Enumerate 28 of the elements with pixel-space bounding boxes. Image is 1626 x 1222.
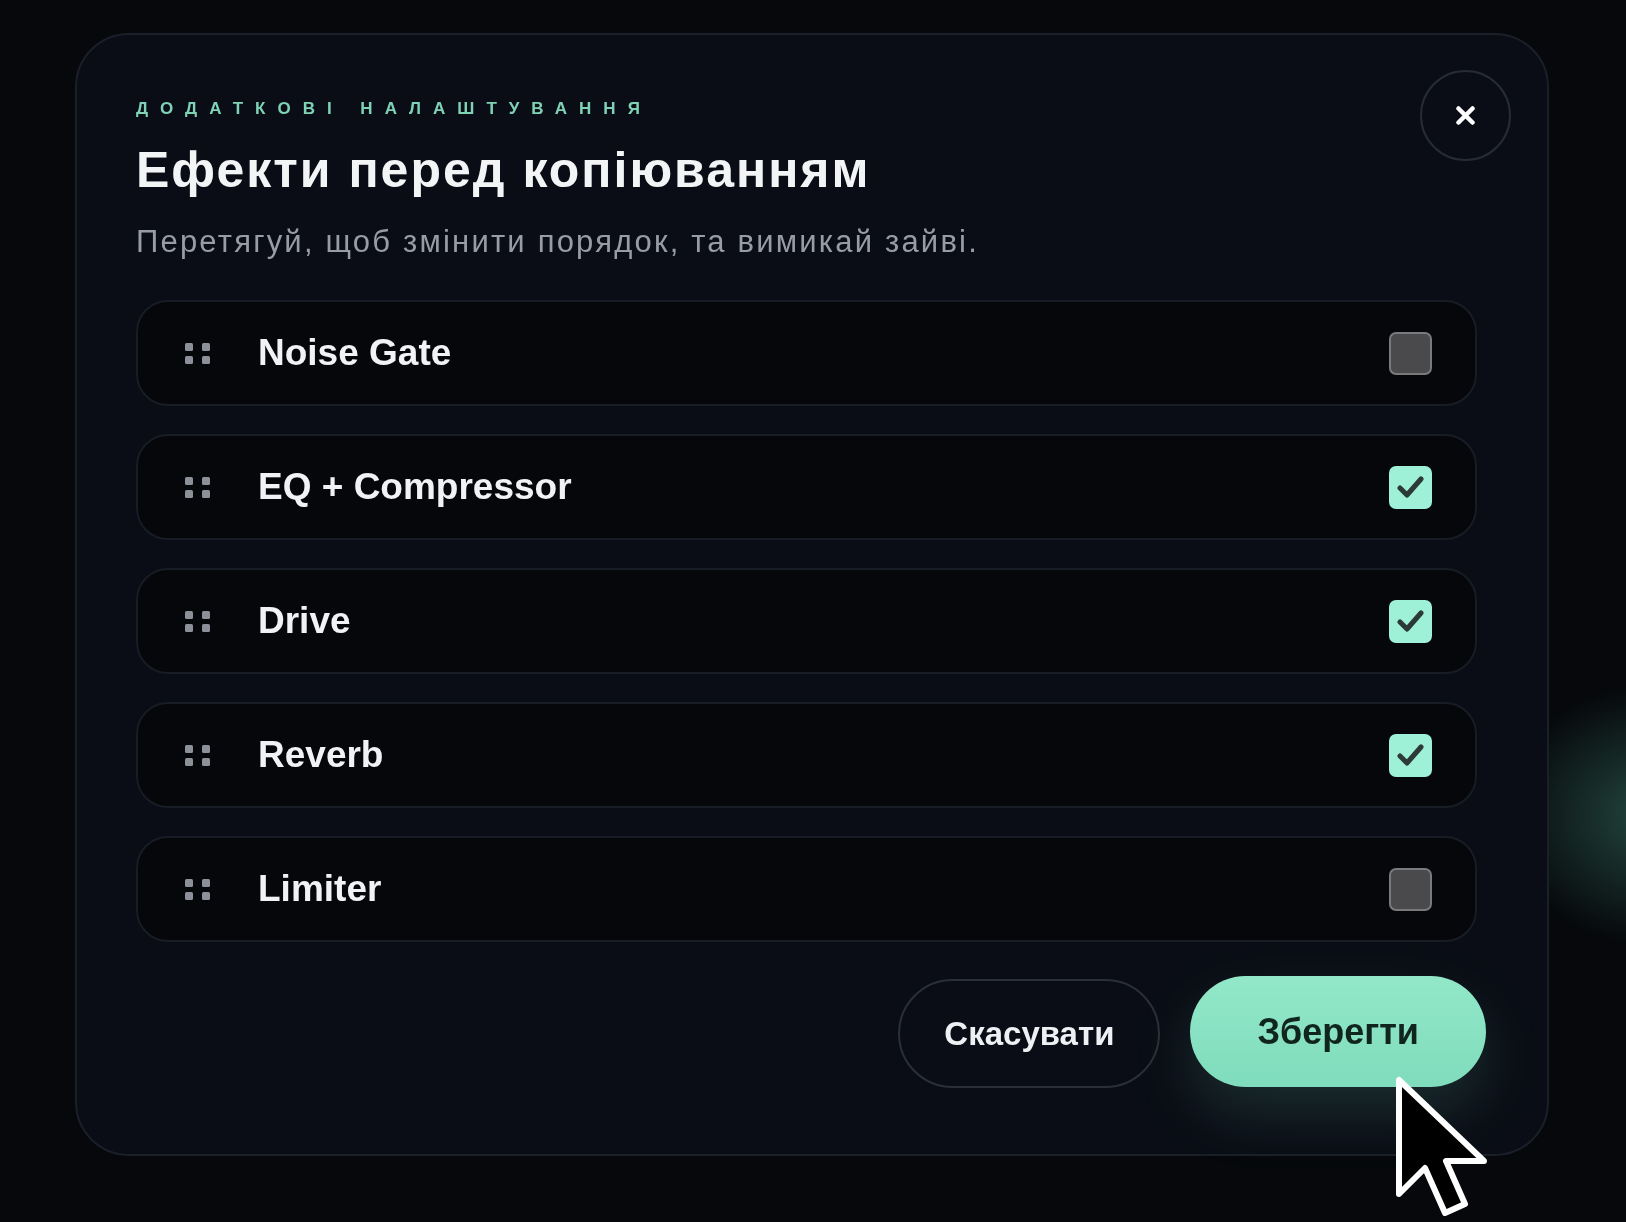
grip-dots-icon[interactable] xyxy=(185,342,210,364)
cursor-icon xyxy=(1395,1076,1489,1218)
effect-name: Reverb xyxy=(258,733,385,777)
grip-dots-icon[interactable] xyxy=(185,476,210,498)
effect-row[interactable]: Noise Gate xyxy=(136,300,1477,406)
checkmark-icon xyxy=(1397,610,1424,632)
dialog-subtitle: Перетягуй, щоб змінити порядок, та вимикай зайві. xyxy=(136,224,979,260)
effect-row[interactable]: Reverb xyxy=(136,702,1477,808)
checkmark-icon xyxy=(1397,744,1424,766)
grip-dots-icon[interactable] xyxy=(185,744,210,766)
effect-name: EQ + Compressor xyxy=(258,465,573,509)
checkbox[interactable] xyxy=(1389,867,1432,911)
effect-name: Noise Gate xyxy=(258,331,453,375)
close-icon xyxy=(1456,106,1475,125)
dialog-eyebrow: ДОДАТКОВІ НАЛАШТУВАННЯ xyxy=(136,100,653,118)
effect-row[interactable]: Limiter xyxy=(136,836,1477,942)
effect-name: Limiter xyxy=(258,867,383,911)
checkbox[interactable] xyxy=(1389,331,1432,375)
effect-row[interactable]: EQ + Compressor xyxy=(136,434,1477,540)
close-button[interactable] xyxy=(1420,70,1511,161)
cancel-button[interactable]: Скасувати xyxy=(898,979,1161,1088)
grip-dots-icon[interactable] xyxy=(185,878,210,900)
save-button[interactable]: Зберегти xyxy=(1190,976,1486,1087)
effect-name: Drive xyxy=(258,599,352,643)
effect-row[interactable]: Drive xyxy=(136,568,1477,674)
grip-dots-icon[interactable] xyxy=(185,610,210,632)
checkmark-icon xyxy=(1397,476,1424,498)
dialog-title: Ефекти перед копіюванням xyxy=(136,142,872,198)
